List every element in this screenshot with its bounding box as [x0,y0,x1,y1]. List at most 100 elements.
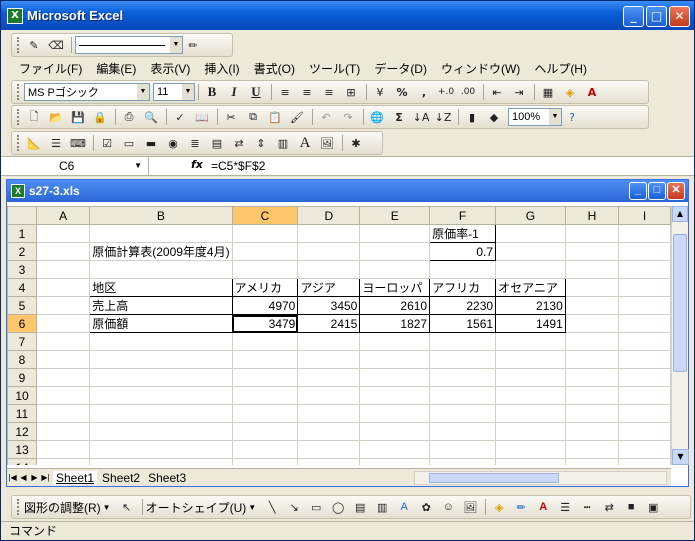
cell-e1[interactable] [359,224,431,243]
cell-d11[interactable] [297,404,361,423]
column-header[interactable]: H [564,206,620,225]
cell-b7[interactable] [89,332,233,351]
sort-descending-icon[interactable]: ↓Z [433,108,453,126]
cell-h10[interactable] [564,386,620,405]
cell-d4[interactable]: アジア [297,278,361,297]
line-style-icon[interactable]: ☰ [555,498,575,516]
cell-g9[interactable] [495,368,566,387]
align-left-icon[interactable]: ≡ [275,83,295,101]
cell-f2[interactable]: 0.7 [429,242,497,261]
redo-icon[interactable]: ↷ [338,108,358,126]
cell-c7[interactable] [231,332,299,351]
percent-button[interactable]: % [392,83,412,101]
cell-f13[interactable] [429,440,497,459]
cell-i14[interactable] [618,458,671,465]
cell-f10[interactable] [429,386,497,405]
cell-c12[interactable] [231,422,299,441]
row-header[interactable]: 6 [7,314,38,333]
cell-b3[interactable] [89,260,233,279]
row-header[interactable]: 5 [7,296,38,315]
cell-e10[interactable] [359,386,431,405]
cell-a14[interactable] [36,458,91,465]
picture-icon[interactable]: 🖼 [460,498,480,516]
cell-a6[interactable] [36,314,91,333]
textbox-control-icon[interactable]: ▭ [119,134,139,152]
spelling-icon[interactable]: ✓ [170,108,190,126]
listbox-control-icon[interactable]: ≣ [185,134,205,152]
textbox-icon[interactable]: ▤ [350,498,370,516]
cell-h1[interactable] [564,224,620,243]
cell-f6[interactable]: 1561 [429,314,497,333]
merge-center-icon[interactable]: ⊞ [341,83,361,101]
print-preview-icon[interactable]: 🔍 [141,108,161,126]
row-header[interactable]: 10 [7,386,38,405]
3d-icon[interactable]: ▣ [643,498,663,516]
cell-c3[interactable] [231,260,299,279]
cell-b12[interactable] [89,422,233,441]
column-header[interactable]: A [36,206,91,225]
option-button-icon[interactable]: ◉ [163,134,183,152]
shape-line-color-icon[interactable]: ✏ [511,498,531,516]
bold-button[interactable]: B [202,83,222,101]
cell-i9[interactable] [618,368,671,387]
cell-e14[interactable] [359,458,431,465]
cell-h5[interactable] [564,296,620,315]
cell-f7[interactable] [429,332,497,351]
decrease-decimal-icon[interactable]: .00 [458,83,478,101]
cell-e8[interactable] [359,350,431,369]
workbook-title-bar[interactable]: X s27-3.xls _ □ ✕ [7,180,688,202]
cell-e5[interactable]: 2610 [359,296,431,315]
prev-sheet-icon[interactable]: ◀ [18,473,29,482]
workbook-restore-button[interactable]: □ [648,182,666,200]
tab-sheet3[interactable]: Sheet3 [145,471,189,485]
menu-format[interactable]: 書式(O) [254,60,295,77]
cell-c10[interactable] [231,386,299,405]
cell-h12[interactable] [564,422,620,441]
column-header[interactable]: I [618,206,671,225]
cell-g8[interactable] [495,350,566,369]
research-icon[interactable]: 📖 [192,108,212,126]
menu-tools[interactable]: ツール(T) [309,60,360,77]
font-color-icon[interactable]: A [582,83,602,101]
menu-data[interactable]: データ(D) [374,60,427,77]
cell-b9[interactable] [89,368,233,387]
wordart-icon[interactable]: A [394,498,414,516]
cell-f14[interactable] [429,458,497,465]
cell-b11[interactable] [89,404,233,423]
cell-b10[interactable] [89,386,233,405]
undo-icon[interactable]: ↶ [316,108,336,126]
cell-g4[interactable]: オセアニア [495,278,566,297]
cell-h8[interactable] [564,350,620,369]
cell-e4[interactable]: ヨーロッパ [359,278,431,297]
eraser-icon[interactable]: ⌫ [46,36,66,54]
decrease-indent-icon[interactable]: ⇤ [487,83,507,101]
cell-d14[interactable] [297,458,361,465]
cell-f4[interactable]: アフリカ [429,278,497,297]
cell-e12[interactable] [359,422,431,441]
view-code-icon[interactable]: ⌨ [68,134,88,152]
row-header[interactable]: 8 [7,350,38,369]
help-icon[interactable]: ? [562,108,582,126]
cell-d9[interactable] [297,368,361,387]
chart-wizard-icon[interactable]: ▮ [462,108,482,126]
cell-h14[interactable] [564,458,620,465]
properties-icon[interactable]: ☰ [46,134,66,152]
button-control-icon[interactable]: ▬ [141,134,161,152]
column-header[interactable]: G [495,206,566,225]
cell-d10[interactable] [297,386,361,405]
cell-b5[interactable]: 売上高 [89,296,233,315]
cell-g2[interactable] [495,242,566,261]
close-button[interactable]: ✕ [669,6,690,27]
line-color-icon[interactable]: ✏ [183,36,203,54]
vertical-scroll-thumb[interactable] [673,234,687,372]
column-header[interactable]: B [89,206,233,225]
scrollbar-control-icon[interactable]: ▥ [273,134,293,152]
cell-a9[interactable] [36,368,91,387]
cell-a3[interactable] [36,260,91,279]
cell-f8[interactable] [429,350,497,369]
cell-b14[interactable] [89,458,233,465]
rectangle-icon[interactable]: ▭ [306,498,326,516]
zoom-select[interactable]: 100% ▼ [508,108,562,126]
cell-g3[interactable] [495,260,566,279]
align-center-icon[interactable]: ≡ [297,83,317,101]
